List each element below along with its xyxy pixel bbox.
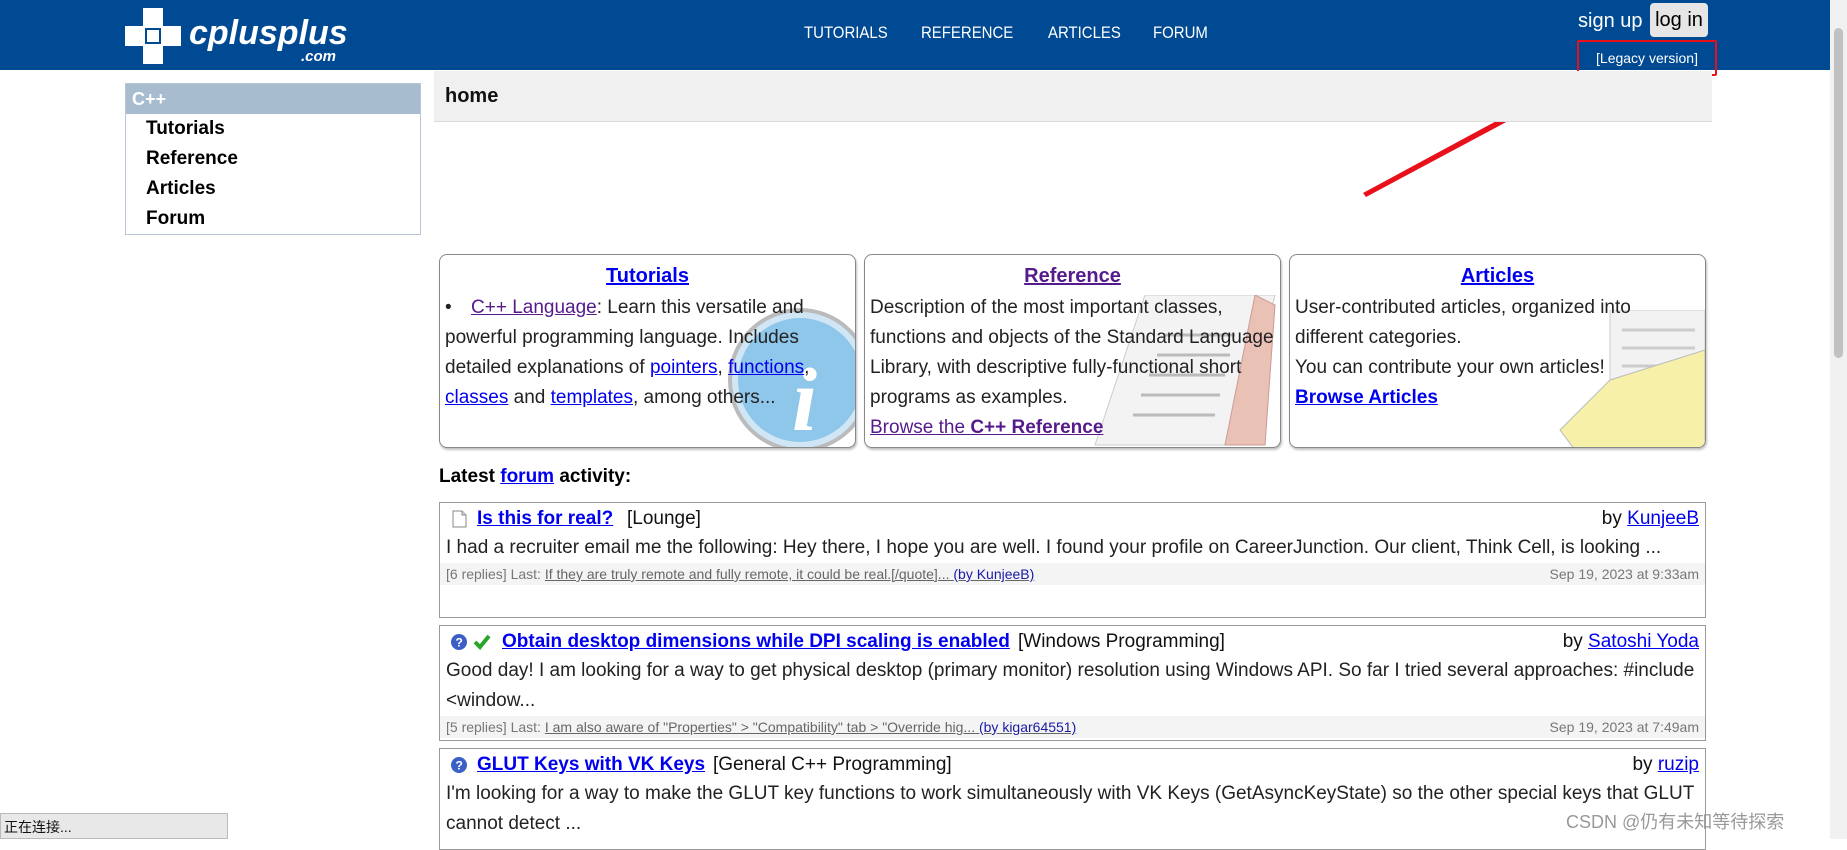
pointers-link[interactable]: pointers — [650, 357, 718, 378]
post-author: by ruzip — [1632, 754, 1699, 776]
post-title-link[interactable]: Is this for real? — [477, 508, 613, 530]
browse-reference-bold: C++ Reference — [970, 417, 1104, 438]
logo-suffix: .com — [301, 48, 337, 65]
browser-status-bar: 正在连接... — [0, 813, 228, 839]
last-reply-excerpt: I am also aware of "Properties" > "Compa… — [544, 719, 976, 735]
question-icon: ? — [451, 757, 467, 773]
logo-cross-icon — [125, 8, 181, 64]
check-icon — [473, 634, 491, 650]
login-button[interactable]: log in — [1650, 3, 1708, 37]
cpp-language-link[interactable]: C++ Language — [471, 297, 597, 318]
forum-post: ? Obtain desktop dimensions while DPI sc… — [439, 625, 1706, 741]
forum-post: ? GLUT Keys with VK Keys [General C++ Pr… — [439, 748, 1706, 850]
nav-reference[interactable]: REFERENCE — [921, 23, 1013, 43]
separator: , — [804, 357, 810, 378]
site-logo[interactable]: cplusplus .com — [125, 8, 355, 65]
latest-prefix: Latest — [439, 466, 501, 487]
by-label: by — [1632, 754, 1658, 775]
reference-title-link[interactable]: Reference — [865, 265, 1280, 288]
sidebar-title: C++ — [126, 84, 420, 114]
post-date: Sep 19, 2023 at 9:33am — [1549, 566, 1699, 582]
reference-text: Description of the most important classe… — [870, 297, 1274, 408]
tutorials-title-link[interactable]: Tutorials — [440, 265, 855, 288]
sidebar-item-reference[interactable]: Reference — [126, 144, 420, 174]
post-excerpt: I'm looking for a way to make the GLUT k… — [446, 783, 1694, 834]
sidebar-item-forum[interactable]: Forum — [126, 204, 420, 234]
forum-post: Is this for real? [Lounge] by KunjeeB I … — [439, 502, 1706, 618]
post-date: Sep 19, 2023 at 7:49am — [1549, 719, 1699, 735]
nav-forum[interactable]: FORUM — [1153, 23, 1208, 43]
last-reply-user: (by kigar64551) — [978, 719, 1077, 735]
scrollbar-thumb[interactable] — [1834, 28, 1843, 358]
last-reply-user: (by KunjeeB) — [953, 566, 1035, 582]
last-reply-link[interactable]: If they are truly remote and fully remot… — [545, 566, 1034, 582]
templates-link[interactable]: templates — [551, 387, 633, 408]
browse-reference-link[interactable]: Browse the C++ Reference — [870, 417, 1103, 438]
post-category: [Windows Programming] — [1018, 631, 1225, 652]
reference-box: Reference Description of the most import… — [864, 254, 1281, 448]
separator: and — [508, 387, 551, 408]
top-header-bar: cplusplus .com TUTORIALS REFERENCE ARTIC… — [0, 0, 1847, 76]
signup-link[interactable]: sign up — [1578, 10, 1643, 33]
nav-articles[interactable]: ARTICLES — [1048, 23, 1121, 43]
post-title-link[interactable]: Obtain desktop dimensions while DPI scal… — [502, 631, 1010, 653]
by-label: by — [1601, 508, 1628, 529]
post-category: [General C++ Programming] — [713, 754, 952, 775]
post-author: by Satoshi Yoda — [1563, 631, 1699, 653]
post-author: by KunjeeB — [1602, 508, 1699, 530]
post-title-link[interactable]: GLUT Keys with VK Keys — [477, 754, 705, 776]
articles-box: Articles User-contributed articles, orga… — [1289, 254, 1706, 448]
latest-suffix: activity: — [554, 466, 632, 487]
author-link[interactable]: Satoshi Yoda — [1588, 631, 1699, 652]
breadcrumb-home: home — [445, 85, 499, 107]
svg-text:?: ? — [456, 636, 463, 650]
forum-link[interactable]: forum — [500, 466, 554, 487]
latest-forum-heading: Latest forum activity: — [439, 466, 631, 488]
reference-description: Description of the most important classe… — [870, 293, 1276, 443]
watermark-text: CSDN @仍有未知等待探索 — [1566, 812, 1785, 832]
document-icon — [452, 510, 467, 528]
articles-text-2: You can contribute your own articles! — [1295, 357, 1605, 378]
post-excerpt: Good day! I am looking for a way to get … — [446, 660, 1695, 711]
browse-articles-link[interactable]: Browse Articles — [1295, 387, 1438, 408]
post-meta: [6 replies] Last: If they are truly remo… — [440, 563, 1705, 585]
separator: , — [717, 357, 723, 378]
reply-count: [5 replies] Last: — [446, 719, 545, 735]
sidebar-item-articles[interactable]: Articles — [126, 174, 420, 204]
svg-text:?: ? — [456, 759, 463, 773]
last-reply-link[interactable]: I am also aware of "Properties" > "Compa… — [545, 719, 1076, 735]
classes-link[interactable]: classes — [445, 387, 508, 408]
post-meta: [5 replies] Last: I am also aware of "Pr… — [440, 716, 1705, 738]
by-label: by — [1562, 631, 1589, 652]
post-excerpt: I had a recruiter email me the following… — [446, 537, 1662, 558]
tutorials-box: i Tutorials • C++ Language: Learn this ve… — [439, 254, 856, 448]
question-icon: ? — [451, 634, 467, 650]
tutorials-text-end: , among others... — [633, 387, 776, 408]
articles-title-link[interactable]: Articles — [1290, 265, 1705, 288]
nav-tutorials[interactable]: TUTORIALS — [804, 23, 888, 43]
sidebar: C++ Tutorials Reference Articles Forum — [125, 83, 421, 235]
last-reply-excerpt: If they are truly remote and fully remot… — [544, 566, 950, 582]
browse-reference-prefix: Browse the — [870, 417, 971, 438]
author-link[interactable]: KunjeeB — [1627, 508, 1699, 529]
articles-text: User-contributed articles, organized int… — [1295, 297, 1631, 348]
tutorials-description: • C++ Language: Learn this versatile and … — [445, 297, 810, 408]
functions-link[interactable]: functions — [728, 357, 804, 378]
author-link[interactable]: ruzip — [1658, 754, 1699, 775]
sidebar-item-tutorials[interactable]: Tutorials — [126, 114, 420, 144]
reply-count: [6 replies] Last: — [446, 566, 545, 582]
breadcrumb: home — [434, 71, 1712, 122]
page-scrollbar[interactable] — [1830, 0, 1847, 839]
post-category: [Lounge] — [627, 508, 701, 529]
top-navigation: TUTORIALS REFERENCE ARTICLES FORUM — [804, 23, 1215, 43]
articles-description: User-contributed articles, organized int… — [1295, 293, 1701, 413]
